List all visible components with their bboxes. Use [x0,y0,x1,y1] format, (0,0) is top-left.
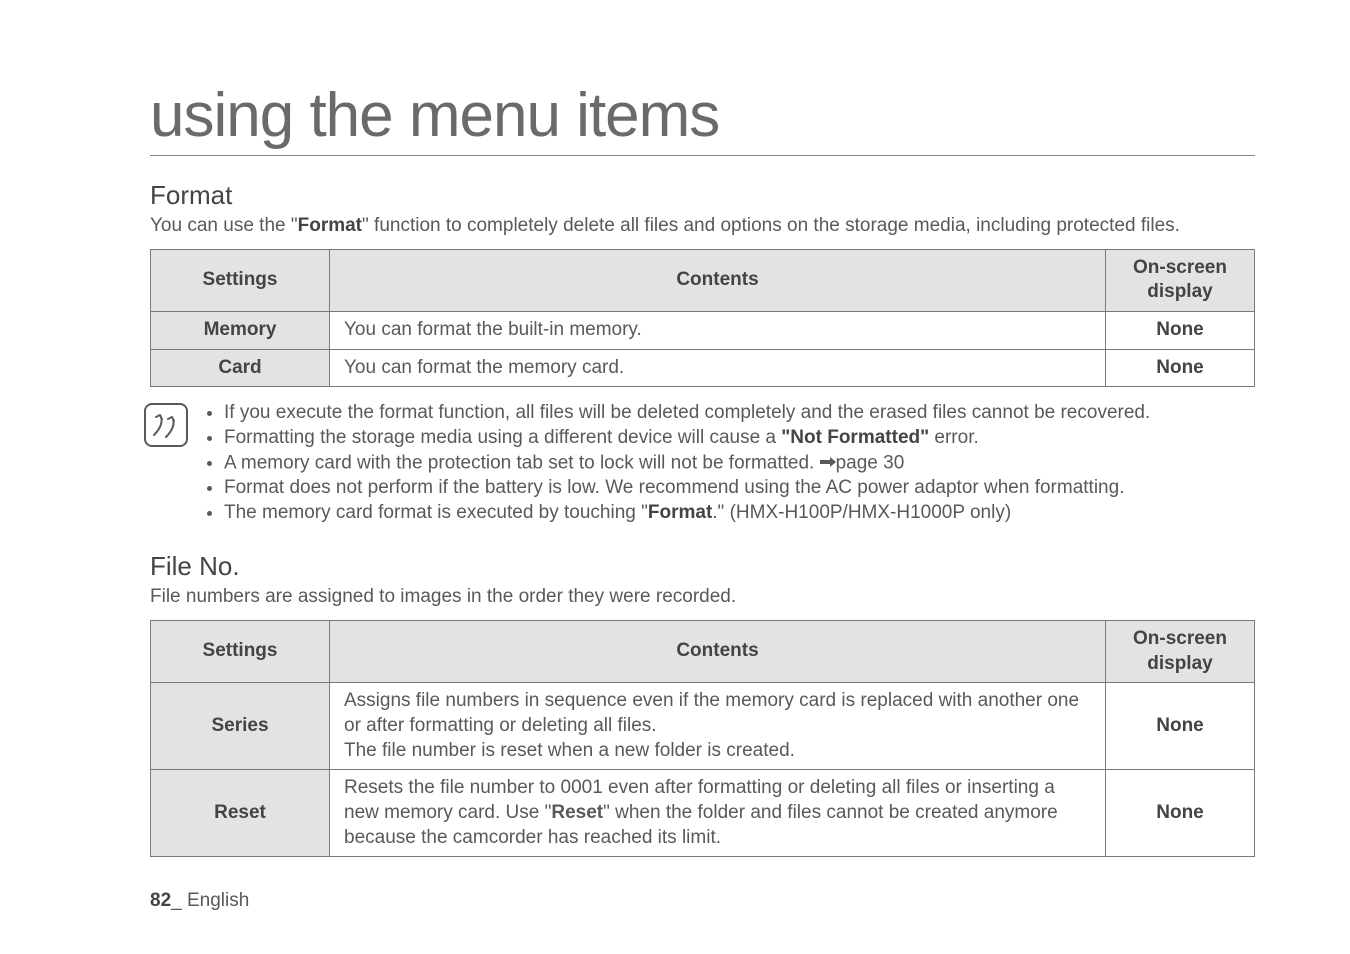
note-bold: "Not Formatted" [781,427,929,448]
footer-lang: English [187,890,249,911]
row-display-memory: None [1106,312,1255,350]
format-intro-pre: You can use the " [150,215,298,236]
fileno-intro: File numbers are assigned to images in t… [150,584,1255,610]
note-item: The memory card format is executed by to… [224,501,1150,526]
row-display-series: None [1106,683,1255,770]
row-label-card: Card [151,349,330,387]
row-label-series: Series [151,683,330,770]
th-contents: Contents [330,249,1106,311]
table-row: Memory You can format the built-in memor… [151,312,1255,350]
note-text: error. [929,427,979,448]
row-content-card: You can format the memory card. [330,349,1106,387]
note-icon [144,403,188,447]
table-row: Settings Contents On-screen display [151,249,1255,311]
note-bold: Format [648,502,712,523]
page-title-wrap: using the menu items [150,80,1255,156]
th-settings: Settings [151,620,330,682]
note-item: If you execute the format function, all … [224,401,1150,426]
fileno-table: Settings Contents On-screen display Seri… [150,620,1255,858]
section-heading-fileno: File No. [150,551,1255,582]
footer-sep: _ [171,890,187,911]
row-content-memory: You can format the built-in memory. [330,312,1106,350]
reset-bold: Reset [551,802,603,823]
th-contents: Contents [330,620,1106,682]
th-display: On-screen display [1106,620,1255,682]
section-heading-format: Format [150,180,1255,211]
note-text: The memory card format is executed by to… [224,502,648,523]
note-text: ." (HMX-H100P/HMX-H1000P only) [712,502,1011,523]
format-intro-bold: Format [298,215,362,236]
row-display-reset: None [1106,770,1255,857]
table-row: Settings Contents On-screen display [151,620,1255,682]
format-intro-post: " function to completely delete all file… [362,215,1180,236]
page-number: 82 [150,890,171,911]
row-content-reset: Resets the file number to 0001 even afte… [330,770,1106,857]
arrow-icon [820,451,836,476]
page-footer: 82_ English [150,890,249,912]
note-item: Formatting the storage media using a dif… [224,426,1150,451]
note-list: If you execute the format function, all … [202,401,1150,525]
note-block: If you execute the format function, all … [144,401,1255,525]
table-row: Card You can format the memory card. Non… [151,349,1255,387]
row-content-series: Assigns file numbers in sequence even if… [330,683,1106,770]
note-item: A memory card with the protection tab se… [224,451,1150,476]
row-label-reset: Reset [151,770,330,857]
note-item: Format does not perform if the battery i… [224,476,1150,501]
page-title: using the menu items [150,80,1255,155]
table-row: Series Assigns file numbers in sequence … [151,683,1255,770]
table-row: Reset Resets the file number to 0001 eve… [151,770,1255,857]
note-text: A memory card with the protection tab se… [224,452,820,473]
format-intro: You can use the "Format" function to com… [150,213,1255,239]
th-display: On-screen display [1106,249,1255,311]
row-label-memory: Memory [151,312,330,350]
note-text: page 30 [836,452,905,473]
format-table: Settings Contents On-screen display Memo… [150,249,1255,388]
note-text: Formatting the storage media using a dif… [224,427,781,448]
th-settings: Settings [151,249,330,311]
row-display-card: None [1106,349,1255,387]
